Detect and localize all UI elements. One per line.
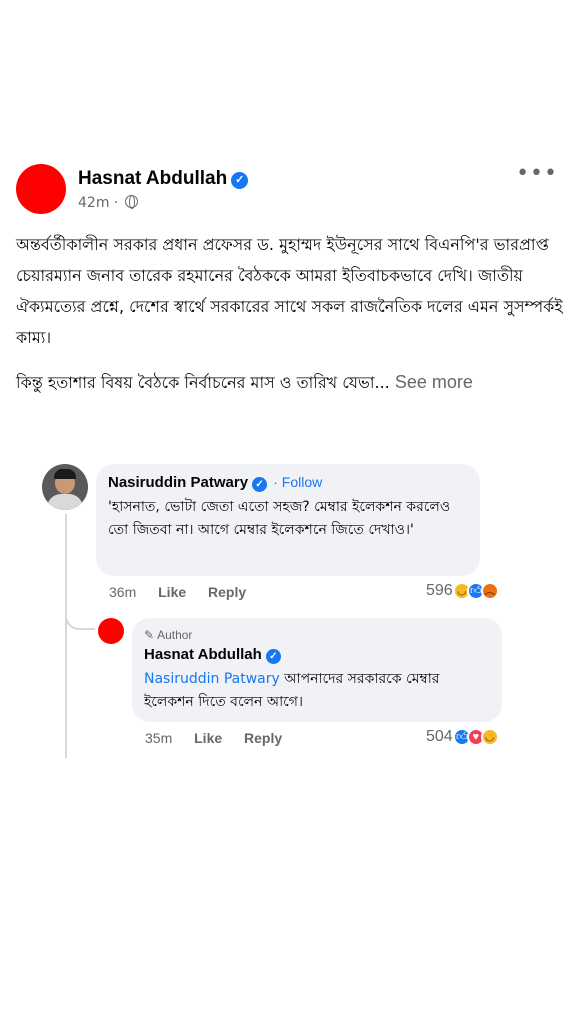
post-paragraph-2: কিন্তু হতাশার বিষয় বৈঠকে নির্বাচনের মাস… — [16, 367, 564, 398]
reply-bubble: ✎ Author Hasnat Abdullah ✓ Nasiruddin Patw… — [132, 618, 502, 722]
globe-icon — [124, 195, 138, 209]
thread-connector — [65, 600, 95, 630]
comment-time[interactable]: 36m — [109, 584, 136, 600]
reply-actions: 35m Like Reply — [145, 730, 300, 746]
author-name-text[interactable]: Hasnat Abdullah — [78, 168, 227, 189]
haha-icon: ◡ — [480, 728, 499, 746]
post-meta: 42m · — [78, 195, 138, 211]
reaction-count: 596 — [426, 582, 453, 599]
verified-badge-icon: ✓ — [252, 477, 268, 492]
reaction-summary[interactable]: 504 👍︎ ♥ ◡ — [426, 728, 499, 746]
comment-bubble: Nasiruddin Patwary ✓ · Follow 'হাসনাত, ভো… — [96, 464, 480, 576]
like-button[interactable]: Like — [194, 730, 222, 746]
author-badge-label: Author — [157, 628, 193, 642]
author-badge: ✎ Author — [144, 628, 490, 642]
more-options-button[interactable]: ••• — [516, 163, 558, 185]
angry-icon: ︵ — [480, 582, 499, 600]
post-paragraph-1: অন্তর্বর্তীকালীন সরকার প্রধান প্রফেসর ড.… — [16, 235, 563, 347]
commenter-avatar[interactable] — [42, 464, 88, 510]
post-body: অন্তর্বর্তীকালীন সরকার প্রধান প্রফেসর ড.… — [16, 229, 564, 412]
comment-author-name[interactable]: Nasiruddin Patwary — [108, 474, 248, 491]
reaction-count: 504 — [426, 728, 453, 745]
comment-actions: 36m Like Reply — [109, 584, 264, 600]
verified-badge-icon: ✓ — [265, 649, 281, 664]
comment-author: Nasiruddin Patwary ✓ · Follow — [108, 474, 468, 492]
thread-line — [65, 514, 67, 758]
reaction-summary[interactable]: 596 ◡ 👍︎ ︵ — [426, 582, 499, 600]
meta-separator: · — [113, 195, 119, 211]
post-time[interactable]: 42m — [78, 195, 109, 211]
pen-icon: ✎ — [144, 628, 155, 642]
reply-button[interactable]: Reply — [208, 584, 246, 600]
reply-author-name[interactable]: Hasnat Abdullah — [144, 646, 262, 663]
reply-author: Hasnat Abdullah ✓ — [144, 646, 490, 664]
reply-text: Nasiruddin Patwary আপনাদের সরকারকে মেম্ব… — [144, 668, 490, 714]
see-more-link[interactable]: See more — [395, 372, 473, 392]
reply-button[interactable]: Reply — [244, 730, 282, 746]
verified-badge-icon: ✓ — [231, 172, 249, 189]
reply-time[interactable]: 35m — [145, 730, 172, 746]
follow-button[interactable]: · Follow — [273, 474, 322, 490]
author-avatar[interactable] — [16, 164, 66, 214]
like-button[interactable]: Like — [158, 584, 186, 600]
post-paragraph-2-text: কিন্তু হতাশার বিষয় বৈঠকে নির্বাচনের মাস… — [16, 373, 390, 392]
post-header: Hasnat Abdullah ✓ 42m · ••• — [16, 162, 560, 222]
mention-link[interactable]: Nasiruddin Patwary — [144, 671, 280, 687]
comment-text: 'হাসনাত, ভোটা জেতা এতো সহজ? মেম্বার ইলেক… — [108, 499, 451, 538]
author-name[interactable]: Hasnat Abdullah ✓ — [78, 168, 249, 190]
reply-author-avatar[interactable] — [98, 618, 124, 644]
